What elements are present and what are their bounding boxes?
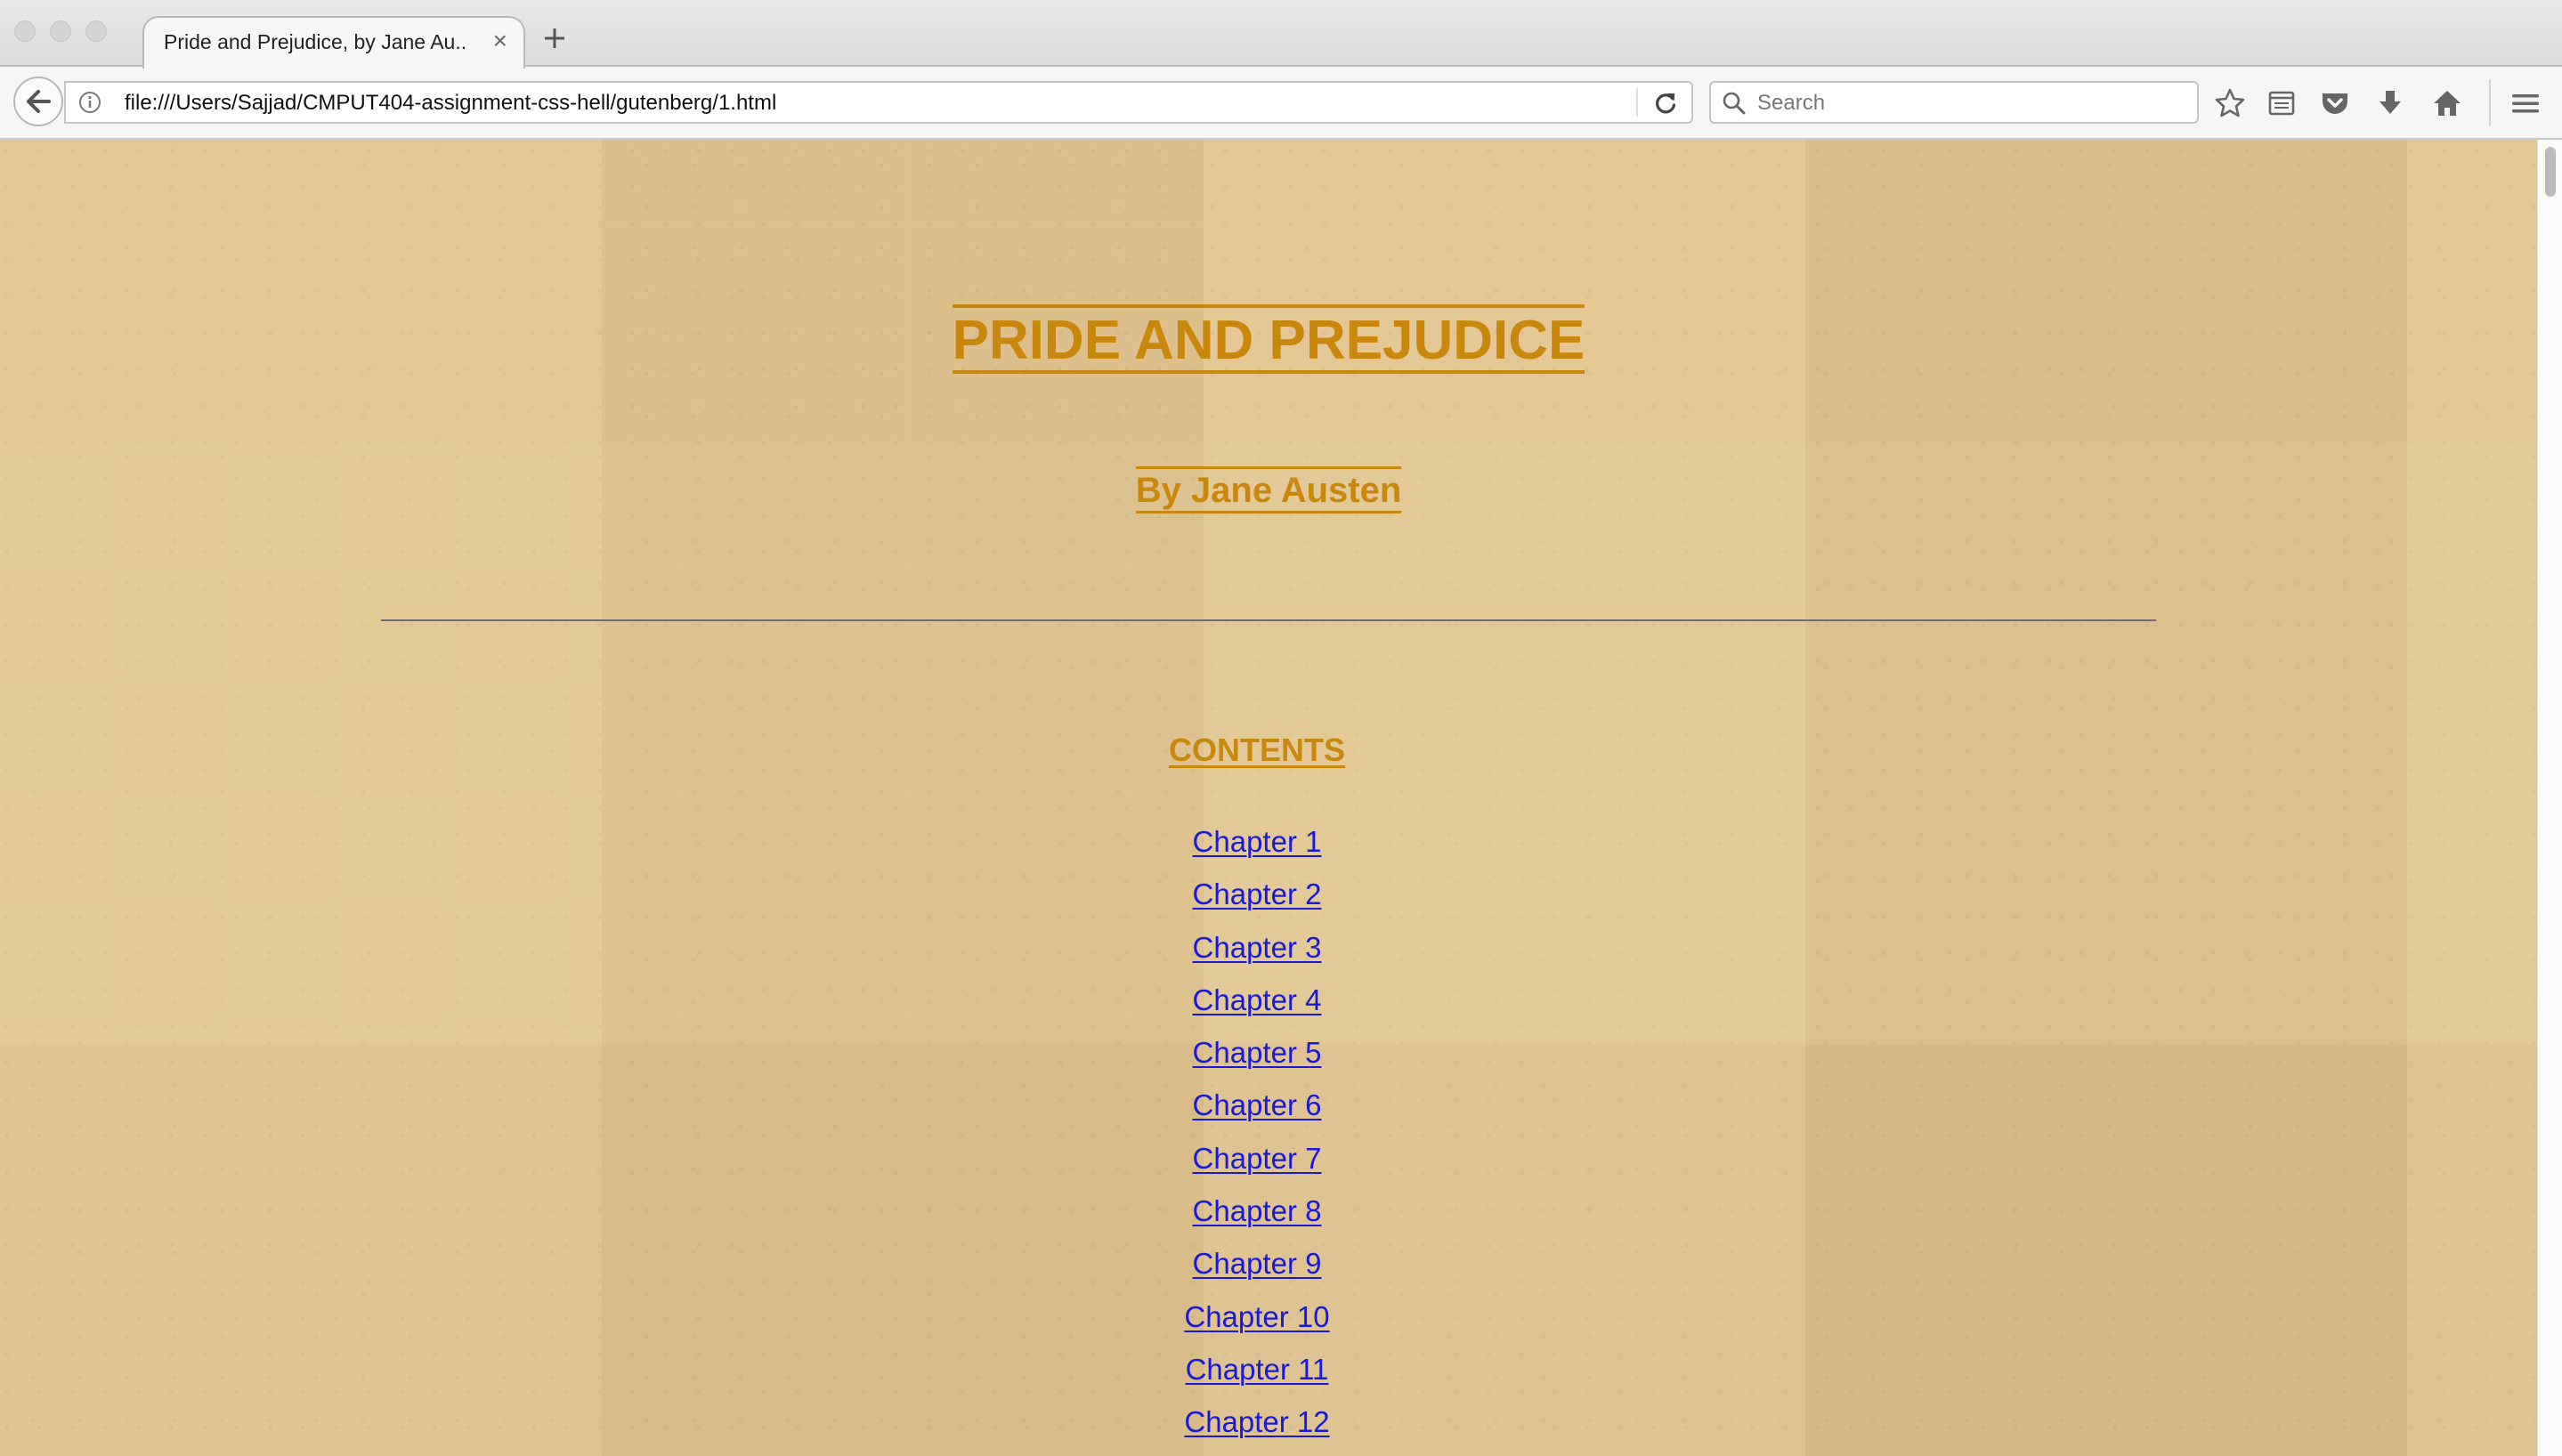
chapter-link[interactable]: Chapter 5 <box>1193 1036 1322 1069</box>
back-button[interactable] <box>13 77 63 126</box>
reader-view-icon[interactable] <box>2265 86 2299 120</box>
window-minimize-button[interactable] <box>50 20 71 42</box>
chapter-link[interactable]: Chapter 2 <box>1193 878 1322 910</box>
vertical-scrollbar[interactable] <box>2537 140 2562 1456</box>
toolbar-separator <box>2489 79 2491 125</box>
horizontal-divider <box>381 619 2156 621</box>
scrollbar-thumb[interactable] <box>2545 147 2556 197</box>
search-bar[interactable] <box>1709 81 2199 124</box>
window-zoom-button[interactable] <box>85 20 107 42</box>
list-item: Chapter 6 <box>0 1090 2514 1143</box>
chapter-link[interactable]: Chapter 8 <box>1193 1194 1322 1227</box>
chapter-link[interactable]: Chapter 3 <box>1193 931 1322 964</box>
navigation-toolbar: file:///Users/Sajjad/CMPUT404-assignment… <box>0 67 2562 140</box>
chapter-link[interactable]: Chapter 9 <box>1193 1247 1322 1280</box>
book-author-text: By Jane Austen <box>1135 466 1402 514</box>
page-viewport: PRIDE AND PREJUDICE By Jane Austen CONTE… <box>0 140 2537 1456</box>
list-item: Chapter 8 <box>0 1196 2514 1249</box>
list-item: Chapter 2 <box>0 879 2514 932</box>
bookmark-star-icon[interactable] <box>2213 86 2247 120</box>
chapter-link[interactable]: Chapter 11 <box>1186 1353 1329 1386</box>
contents-heading: CONTENTS <box>0 734 2514 766</box>
list-item: Chapter 5 <box>0 1038 2514 1090</box>
tab-title: Pride and Prejudice, by Jane Au... <box>164 30 466 53</box>
list-item: Chapter 12 <box>0 1407 2514 1456</box>
list-item: Chapter 7 <box>0 1144 2514 1196</box>
list-item: Chapter 9 <box>0 1249 2514 1301</box>
plus-icon[interactable] <box>539 23 570 53</box>
home-icon[interactable] <box>2430 86 2464 120</box>
search-input[interactable] <box>1755 86 2186 120</box>
chapter-link[interactable]: Chapter 6 <box>1193 1088 1322 1121</box>
back-arrow-icon <box>27 90 51 113</box>
book-title-text: PRIDE AND PREJUDICE <box>952 304 1585 374</box>
contents-heading-text: CONTENTS <box>1169 732 1345 768</box>
book-title: PRIDE AND PREJUDICE <box>0 304 2537 374</box>
browser-window: Pride and Prejudice, by Jane Au... × fil… <box>0 0 2562 1456</box>
chapter-link[interactable]: Chapter 4 <box>1193 983 1322 1016</box>
chapter-link[interactable]: Chapter 7 <box>1193 1142 1322 1175</box>
pocket-icon[interactable] <box>2318 86 2352 120</box>
list-item: Chapter 4 <box>0 985 2514 1038</box>
book-author: By Jane Austen <box>0 466 2537 514</box>
info-icon[interactable] <box>78 91 101 114</box>
tab-active[interactable]: Pride and Prejudice, by Jane Au... × <box>142 16 525 69</box>
hamburger-menu-icon[interactable] <box>2509 86 2542 120</box>
list-item: Chapter 1 <box>0 827 2514 879</box>
chapter-link[interactable]: Chapter 12 <box>1184 1405 1329 1438</box>
table-of-contents: Chapter 1 Chapter 2 Chapter 3 Chapter 4 … <box>0 827 2514 1456</box>
url-bar[interactable]: file:///Users/Sajjad/CMPUT404-assignment… <box>64 81 1693 124</box>
chapter-link[interactable]: Chapter 1 <box>1193 825 1322 858</box>
list-item: Chapter 11 <box>0 1355 2514 1407</box>
downloads-icon[interactable] <box>2373 86 2407 120</box>
tab-strip: Pride and Prejudice, by Jane Au... × <box>0 0 2562 69</box>
url-bar-separator <box>1636 88 1638 117</box>
chapter-link[interactable]: Chapter 10 <box>1184 1300 1329 1333</box>
url-text[interactable]: file:///Users/Sajjad/CMPUT404-assignment… <box>125 91 776 116</box>
search-icon <box>1722 91 1747 116</box>
reload-icon[interactable] <box>1652 90 1679 117</box>
window-close-button[interactable] <box>14 20 36 42</box>
list-item: Chapter 3 <box>0 933 2514 985</box>
tab-close-icon[interactable]: × <box>493 27 507 55</box>
list-item: Chapter 10 <box>0 1302 2514 1355</box>
